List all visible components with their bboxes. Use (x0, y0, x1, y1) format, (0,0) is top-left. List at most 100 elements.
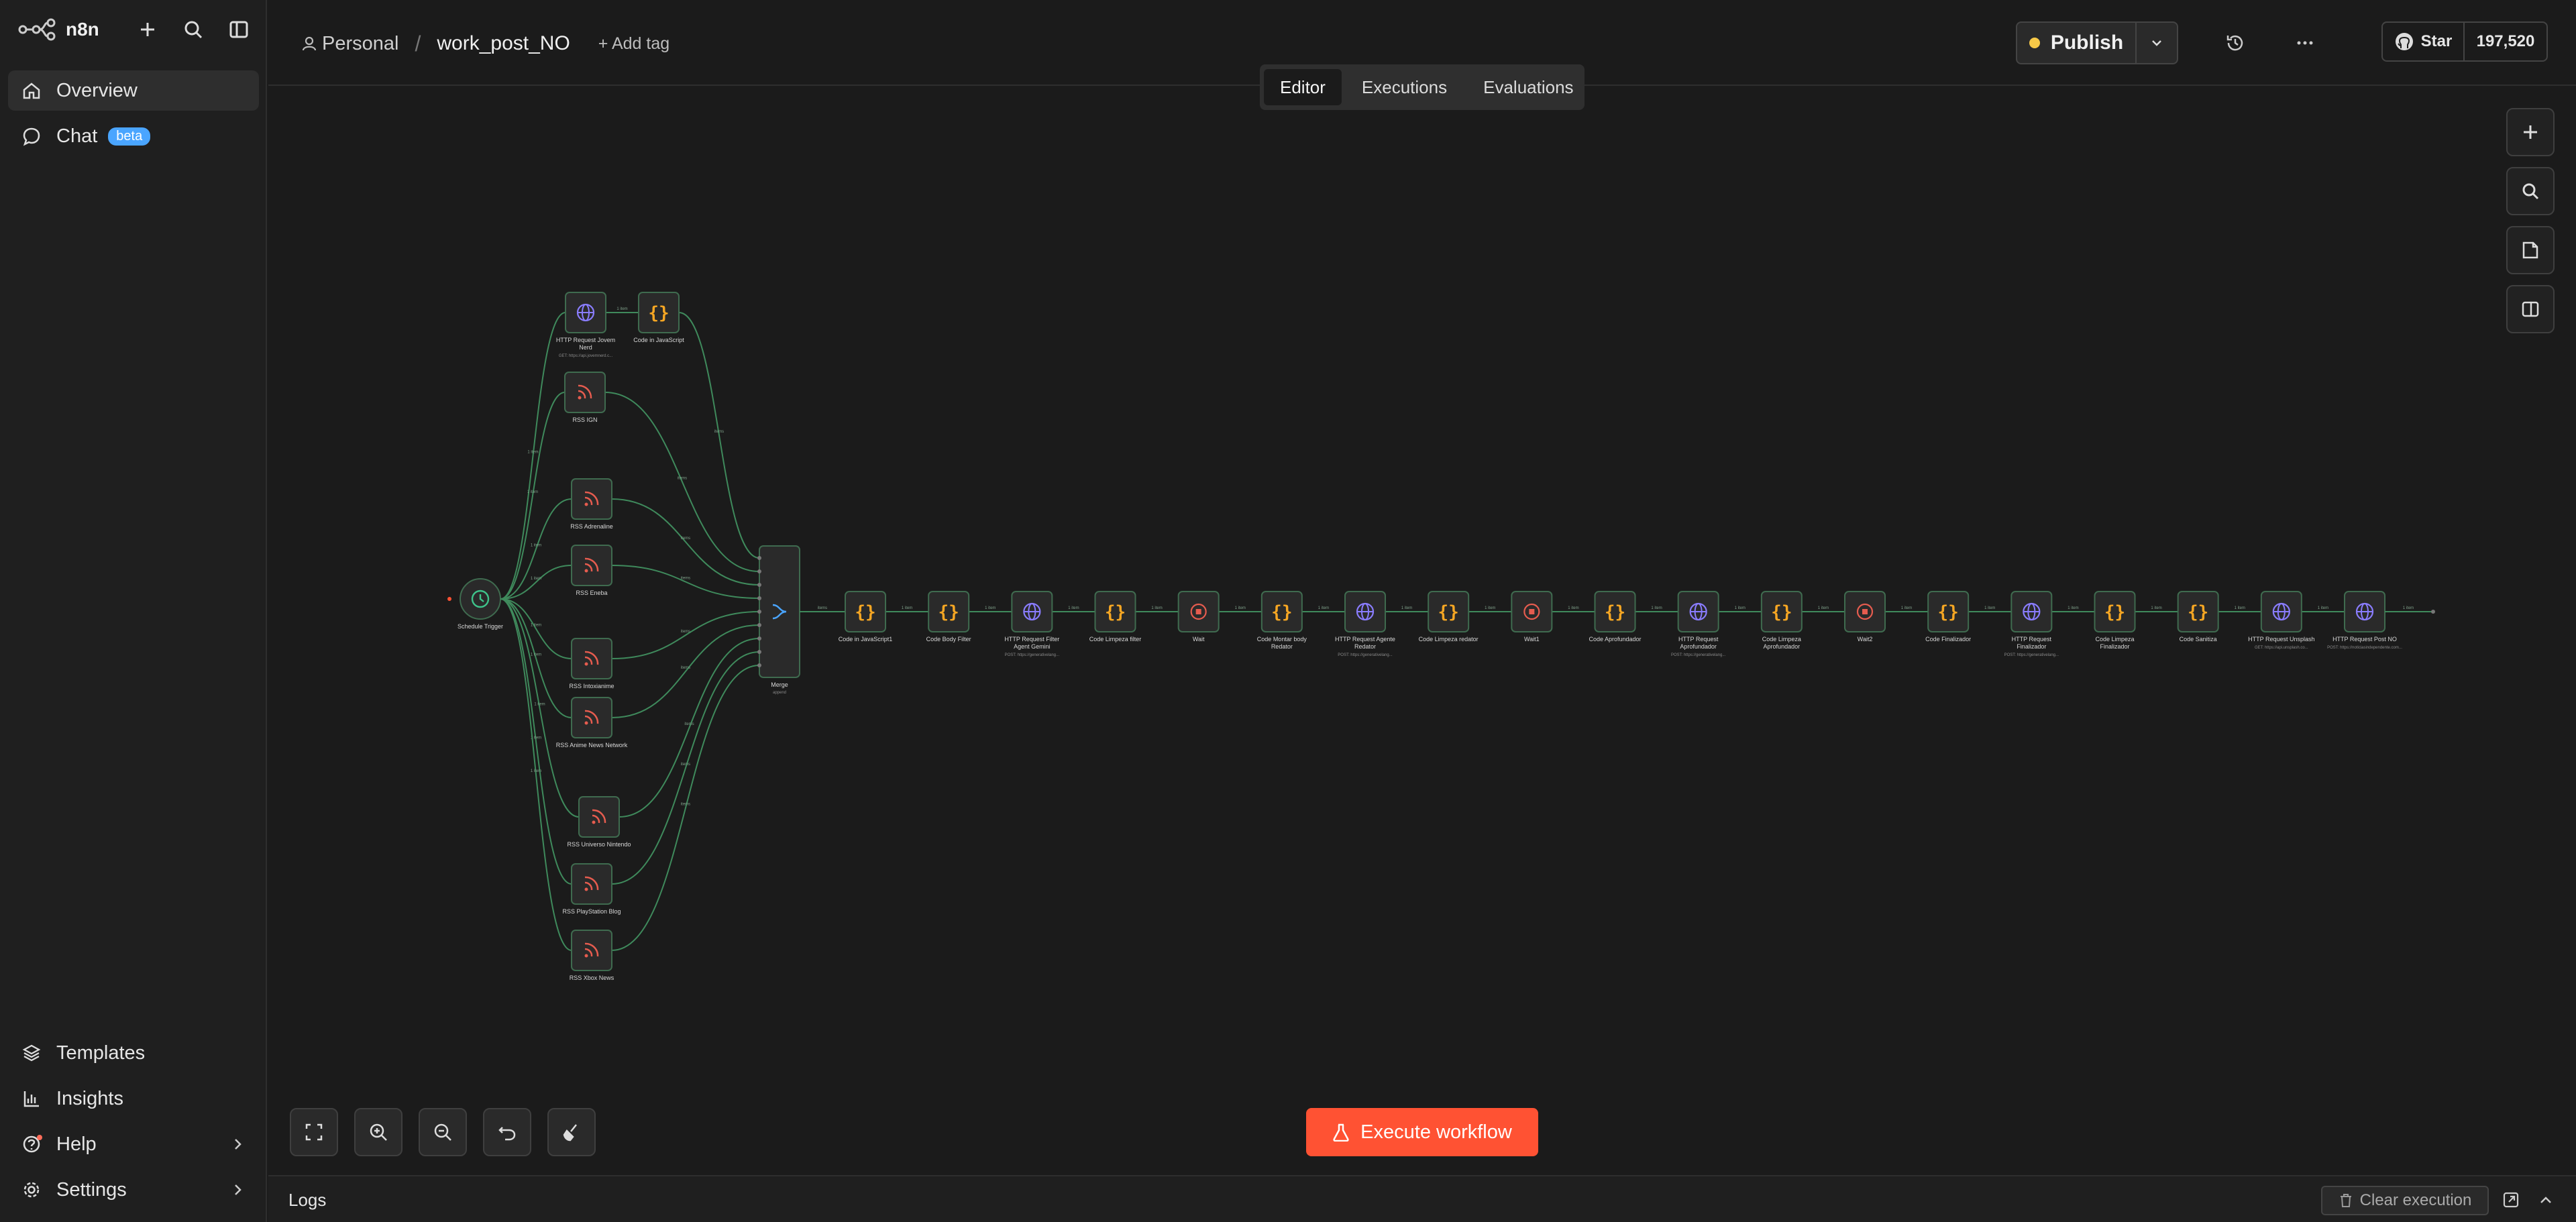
workflow-node[interactable]: {} Code Aprofundador (1589, 591, 1642, 643)
publish-button[interactable]: Publish (2017, 23, 2137, 63)
node-label: Wait (1193, 636, 1205, 643)
workflow-graph[interactable]: Schedule Trigger 1 item 1 item 1 item 1 item… (268, 87, 2576, 1175)
sidebar-item-settings[interactable]: Settings (8, 1170, 259, 1210)
input-handle[interactable] (757, 569, 761, 573)
connection-label: 1 item (1401, 606, 1412, 610)
workflow-name[interactable]: work_post_NO (437, 32, 570, 55)
project-link[interactable]: Personal (322, 33, 398, 55)
undo-icon (498, 1127, 516, 1141)
connection (500, 565, 572, 600)
sidebar-item-insights[interactable]: Insights (8, 1078, 259, 1119)
sidebar-item-label: Insights (56, 1087, 123, 1109)
search-nodes-button[interactable] (2506, 167, 2555, 215)
workflow-node[interactable]: HTTP Request FilterAgent Gemini POST: htt… (1004, 591, 1059, 657)
github-star-widget[interactable]: Star 197,520 (2381, 21, 2548, 62)
zoom-in-button[interactable] (354, 1108, 402, 1156)
workflow-node[interactable]: HTTP RequestAprofundador POST: https://ge… (1671, 591, 1726, 657)
github-star-label: Star (2420, 32, 2453, 50)
publish-dropdown-button[interactable] (2137, 23, 2177, 63)
node-subtitle: POST: https://generativelang... (1338, 653, 1393, 657)
node-label: Agent Gemini (1014, 643, 1051, 650)
workflow-node[interactable]: HTTP Request AgenteRedator POST: https://… (1335, 591, 1395, 657)
clear-execution-label: Clear execution (2359, 1191, 2472, 1209)
popout-icon[interactable] (2502, 1191, 2520, 1209)
workflow-node[interactable]: RSS Adrenaline (570, 478, 613, 530)
workflow-node[interactable]: {} Code LimpezaAprofundador (1760, 591, 1803, 650)
connection (604, 392, 760, 572)
output-handle[interactable] (2431, 610, 2435, 614)
input-handle[interactable] (757, 583, 761, 587)
history-icon[interactable] (2222, 30, 2249, 56)
sidebar-toggle-icon[interactable] (225, 16, 252, 43)
workflow-node[interactable]: {} Code in JavaScript (633, 292, 684, 343)
more-options-icon[interactable] (2292, 30, 2318, 56)
input-handle[interactable] (757, 650, 761, 654)
workflow-node[interactable]: Schedule Trigger (458, 578, 503, 630)
workflow-node[interactable]: RSS PlayStation Blog (562, 863, 621, 915)
node-label: Code Finalizador (1925, 636, 1971, 643)
workflow-node[interactable]: {} Code Limpeza filter (1089, 591, 1142, 643)
add-icon[interactable] (134, 16, 161, 43)
tab-evaluations[interactable]: Evaluations (1467, 69, 1589, 105)
merge-node[interactable]: Merge append (757, 545, 800, 695)
workflow-node[interactable]: HTTP Request Post NO POST: https://notici… (2327, 591, 2402, 650)
input-handle[interactable] (757, 663, 761, 667)
workflow-node[interactable]: {} Code LimpezaFinalizador (2094, 591, 2136, 650)
workflow-node[interactable]: {} Code Montar bodyRedator (1257, 591, 1307, 650)
sidebar-item-templates[interactable]: Templates (8, 1033, 259, 1073)
connection (500, 598, 572, 718)
workflow-node[interactable]: HTTP Request Unsplash GET: https://api.un… (2248, 591, 2315, 650)
workflow-node[interactable]: {} Code Limpeza redator (1419, 591, 1479, 643)
chevron-up-icon[interactable] (2537, 1191, 2555, 1209)
workflow-node[interactable]: HTTP Request JovemNerd GET: https://api.j… (556, 292, 615, 358)
search-icon[interactable] (180, 16, 207, 43)
undo-button[interactable] (483, 1108, 531, 1156)
code-icon: {} (1438, 602, 1459, 622)
workflow-node[interactable]: RSS IGN (564, 372, 606, 423)
zoom-out-icon (434, 1123, 451, 1141)
logs-title[interactable]: Logs (288, 1190, 326, 1211)
workflow-node[interactable]: HTTP RequestFinalizador POST: https://gen… (2004, 591, 2059, 657)
input-handle[interactable] (757, 623, 761, 627)
workflow-node[interactable]: RSS Intoxianime (569, 638, 614, 689)
workflow-node[interactable]: {} Code in JavaScript1 (839, 591, 893, 643)
connection (678, 312, 760, 559)
workflow-canvas[interactable]: Schedule Trigger 1 item 1 item 1 item 1 item… (268, 87, 2576, 1175)
workflow-node[interactable]: Wait1 (1511, 591, 1553, 643)
tab-executions[interactable]: Executions (1346, 69, 1463, 105)
fit-view-button[interactable] (290, 1108, 338, 1156)
code-icon: {} (855, 602, 875, 622)
input-handle[interactable] (757, 596, 761, 600)
node-subtitle: GET: https://api.unsplash.co... (2255, 646, 2308, 650)
workflow-node[interactable]: RSS Anime News Network (556, 697, 628, 748)
workflow-node[interactable]: {} Code Sanitiza (2177, 591, 2219, 643)
connection-label: 1 item (2068, 606, 2078, 610)
workflow-node[interactable]: Wait2 (1844, 591, 1886, 643)
workflow-node[interactable]: RSS Xbox News (570, 930, 614, 981)
workflow-node[interactable]: Wait (1177, 591, 1220, 643)
workflow-node[interactable]: {} Code Body Filter (926, 591, 971, 643)
logs-panel: Logs Clear execution (268, 1175, 2576, 1222)
workflow-node[interactable]: RSS Universo Nintendo (567, 796, 631, 848)
sticky-note-button[interactable] (2506, 226, 2555, 274)
add-tag-button[interactable]: + Add tag (598, 34, 669, 54)
panel-toggle-button[interactable] (2506, 285, 2555, 333)
input-handle[interactable] (757, 636, 761, 641)
zoom-out-button[interactable] (419, 1108, 467, 1156)
workflow-node[interactable]: RSS Eneba (571, 545, 612, 596)
tidy-up-button[interactable] (547, 1108, 596, 1156)
connection-label: 1 item (531, 544, 541, 548)
workflow-node[interactable]: {} Code Finalizador (1925, 591, 1971, 643)
node-label: Code Limpeza (1762, 636, 1801, 643)
code-icon: {} (1938, 602, 1959, 622)
sidebar-item-help[interactable]: Help (8, 1124, 259, 1164)
execute-workflow-button[interactable]: Execute workflow (1306, 1108, 1538, 1156)
input-handle[interactable] (757, 556, 761, 560)
clear-execution-button[interactable]: Clear execution (2321, 1186, 2489, 1215)
sidebar-item-chat[interactable]: Chat beta (8, 116, 259, 156)
sidebar-item-overview[interactable]: Overview (8, 70, 259, 111)
add-node-button[interactable] (2506, 108, 2555, 156)
n8n-logo-icon (18, 18, 56, 41)
input-handle[interactable] (757, 610, 761, 614)
tab-editor[interactable]: Editor (1264, 69, 1342, 105)
